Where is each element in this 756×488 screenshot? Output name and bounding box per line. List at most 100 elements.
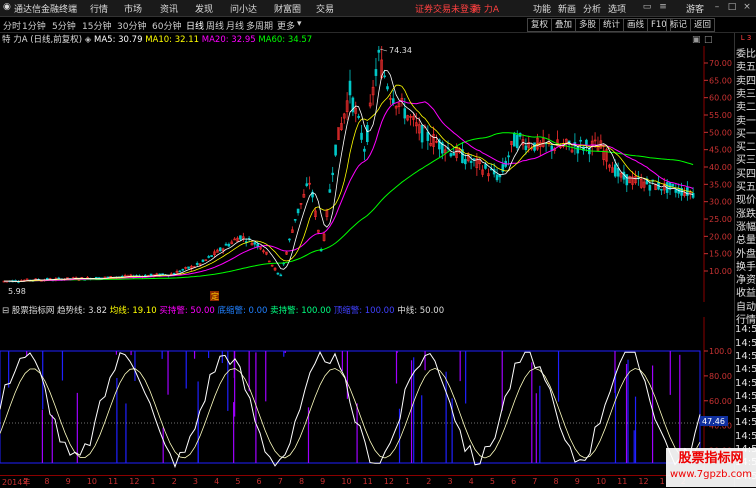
settings-icon[interactable]: ▣ [692,35,701,45]
price-tick-label: 70.00 [709,59,732,68]
login-notice[interactable]: 证券交易未登录 [415,2,478,15]
candle-body [507,155,510,158]
time-tick-label: 3 [192,477,198,486]
menu-shichang[interactable]: 市场 [124,2,142,15]
menu-xinhua[interactable]: 新画 [558,2,576,15]
time-tick-label: 12 [638,477,649,486]
price-tick-label: 60.00 [709,94,732,103]
panel-item[interactable]: 14:5 [735,324,756,335]
tab-monthly[interactable]: 月线 [226,19,244,32]
chart-title: 特 力A (日线,前复权) [2,35,83,45]
mid-line-label: 中线: 50.00 [397,306,445,316]
price-tick-label: 10.00 [709,267,732,276]
candle-body [625,174,629,186]
panel-item[interactable]: 14:5 [735,391,756,402]
price-tick-label: 15.00 [709,250,732,259]
candle-body [210,255,213,257]
candle-body [452,153,456,156]
overlay-button[interactable]: 叠加 [551,18,577,32]
time-tick-label: 7 [277,477,283,486]
back-button[interactable]: 返回 [690,18,716,32]
main-chart-header: 特 力A (日线,前复权) ◈ MA5: 30.79 MA10: 32.11 M… [0,33,312,46]
buy-hold-label: 买持警: 50.00 [159,306,215,316]
quote-panel: L 3 委比 卖五 卖四 卖三 卖二 卖一 买一 买二 买三 买四 买五 现价 涨跌 涨幅 总量 外盘 换手 净资… [734,33,756,487]
candle-body [391,98,395,104]
guest-label[interactable]: 游客 [686,2,704,15]
restore-icon[interactable]: ▭ [640,1,654,14]
candle-body [374,69,378,76]
panel-item[interactable]: 14:5 [735,378,756,389]
candle-body [660,188,663,191]
tab-more[interactable]: 更多 [277,19,295,32]
panel-item[interactable]: 14:5 [735,417,756,428]
candle-body [365,125,369,143]
watermark-title: 股票指标网 [678,451,744,466]
peak-price-label: 74.34 [389,46,412,55]
avg-line-label: 均线: 19.10 [109,306,157,316]
tab-1min[interactable]: 1分钟 [22,19,46,32]
panel-item[interactable]: 14:5 [735,364,756,375]
menu-icon[interactable]: ≡ [656,1,670,14]
mark-button[interactable]: 标记 [666,18,692,32]
info-icon[interactable]: ◈ [85,35,94,45]
menu-caifuquan[interactable]: 财富圈 [274,2,301,15]
time-tick-label: 11 [108,477,119,486]
tab-30min[interactable]: 30分钟 [117,19,146,32]
candle-body [383,75,386,78]
tab-fenshi[interactable]: 分时 [3,19,21,32]
panel-item[interactable]: 14:5 [735,404,756,415]
menu-zixun[interactable]: 资讯 [160,2,178,15]
tab-15min[interactable]: 15分钟 [82,19,111,32]
menu-faxian[interactable]: 发现 [195,2,213,15]
statistics-button[interactable]: 统计 [599,18,625,32]
top-menu-bar: ◉ 通达信金融终端 行情 市场 资讯 发现 问小达 财富圈 交易 证券交易未登录… [0,0,756,17]
time-tick-label: 1 [405,477,411,486]
candle-body [178,270,182,273]
menu-wenxiaoda[interactable]: 问小达 [230,2,257,15]
panel-item[interactable]: 14:5 [735,338,756,349]
ma60-line [4,132,694,282]
candle-body [515,134,519,149]
menu-gongneng[interactable]: 功能 [533,2,551,15]
panel-item[interactable]: 14:5 [735,431,756,442]
tab-60min[interactable]: 60分钟 [152,19,181,32]
expand-icon[interactable]: □ [704,35,713,45]
candle-body [288,238,291,241]
collapse-icon[interactable]: ⊟ [2,306,9,316]
candle-body [149,273,153,276]
minimize-icon[interactable]: – [710,1,724,14]
menu-xuanxiang[interactable]: 选项 [608,2,626,15]
menu-fenxi[interactable]: 分析 [583,2,601,15]
candle-body [671,184,675,187]
time-tick-label: 12 [383,477,394,486]
price-tick-label: 30.00 [709,198,732,207]
trend-line-label: 趋势线: 3.82 [57,306,108,316]
bottom-shrink-label: 底缩警: 0.00 [217,306,268,316]
candlestick-chart[interactable]: 70.00 65.00 60.00 55.00 50.00 45.00 40.00 35.00… [0,46,734,302]
tab-5min[interactable]: 5分钟 [52,19,76,32]
maximize-icon[interactable]: □ [725,1,739,14]
fuquan-button[interactable]: 复权 [527,18,553,32]
close-icon[interactable]: × [740,1,754,14]
watermark-url: www.7gpzb.com [670,469,752,480]
time-tick-label: 12 [129,477,140,486]
time-tick-label: 2 [171,477,177,486]
menu-hangqing[interactable]: 行情 [90,2,108,15]
draw-line-button[interactable]: 画线 [623,18,649,32]
time-tick-label: 5 [489,477,495,486]
panel-item[interactable]: 14:5 [735,351,756,362]
price-tick-label: 65.00 [709,76,732,85]
multi-stock-button[interactable]: 多股 [575,18,601,32]
tab-daily[interactable]: 日线 [186,19,204,32]
tab-weekly[interactable]: 周线 [206,19,224,32]
indicator-chart[interactable]: 100.080.0060.0040.0020.00 47.46 [0,317,734,475]
ma5-line [4,69,694,282]
candle-body [449,153,453,157]
time-tick-label: 11 [617,477,628,486]
menu-jiaoyi[interactable]: 交易 [316,2,334,15]
tab-multi[interactable]: 多周期 [246,19,273,32]
candlestick-series [2,46,695,284]
indicator-name[interactable]: 股票指标网 [12,306,55,316]
time-tick-label: 9 [574,477,580,486]
chevron-down-icon[interactable]: ▾ [297,19,302,29]
